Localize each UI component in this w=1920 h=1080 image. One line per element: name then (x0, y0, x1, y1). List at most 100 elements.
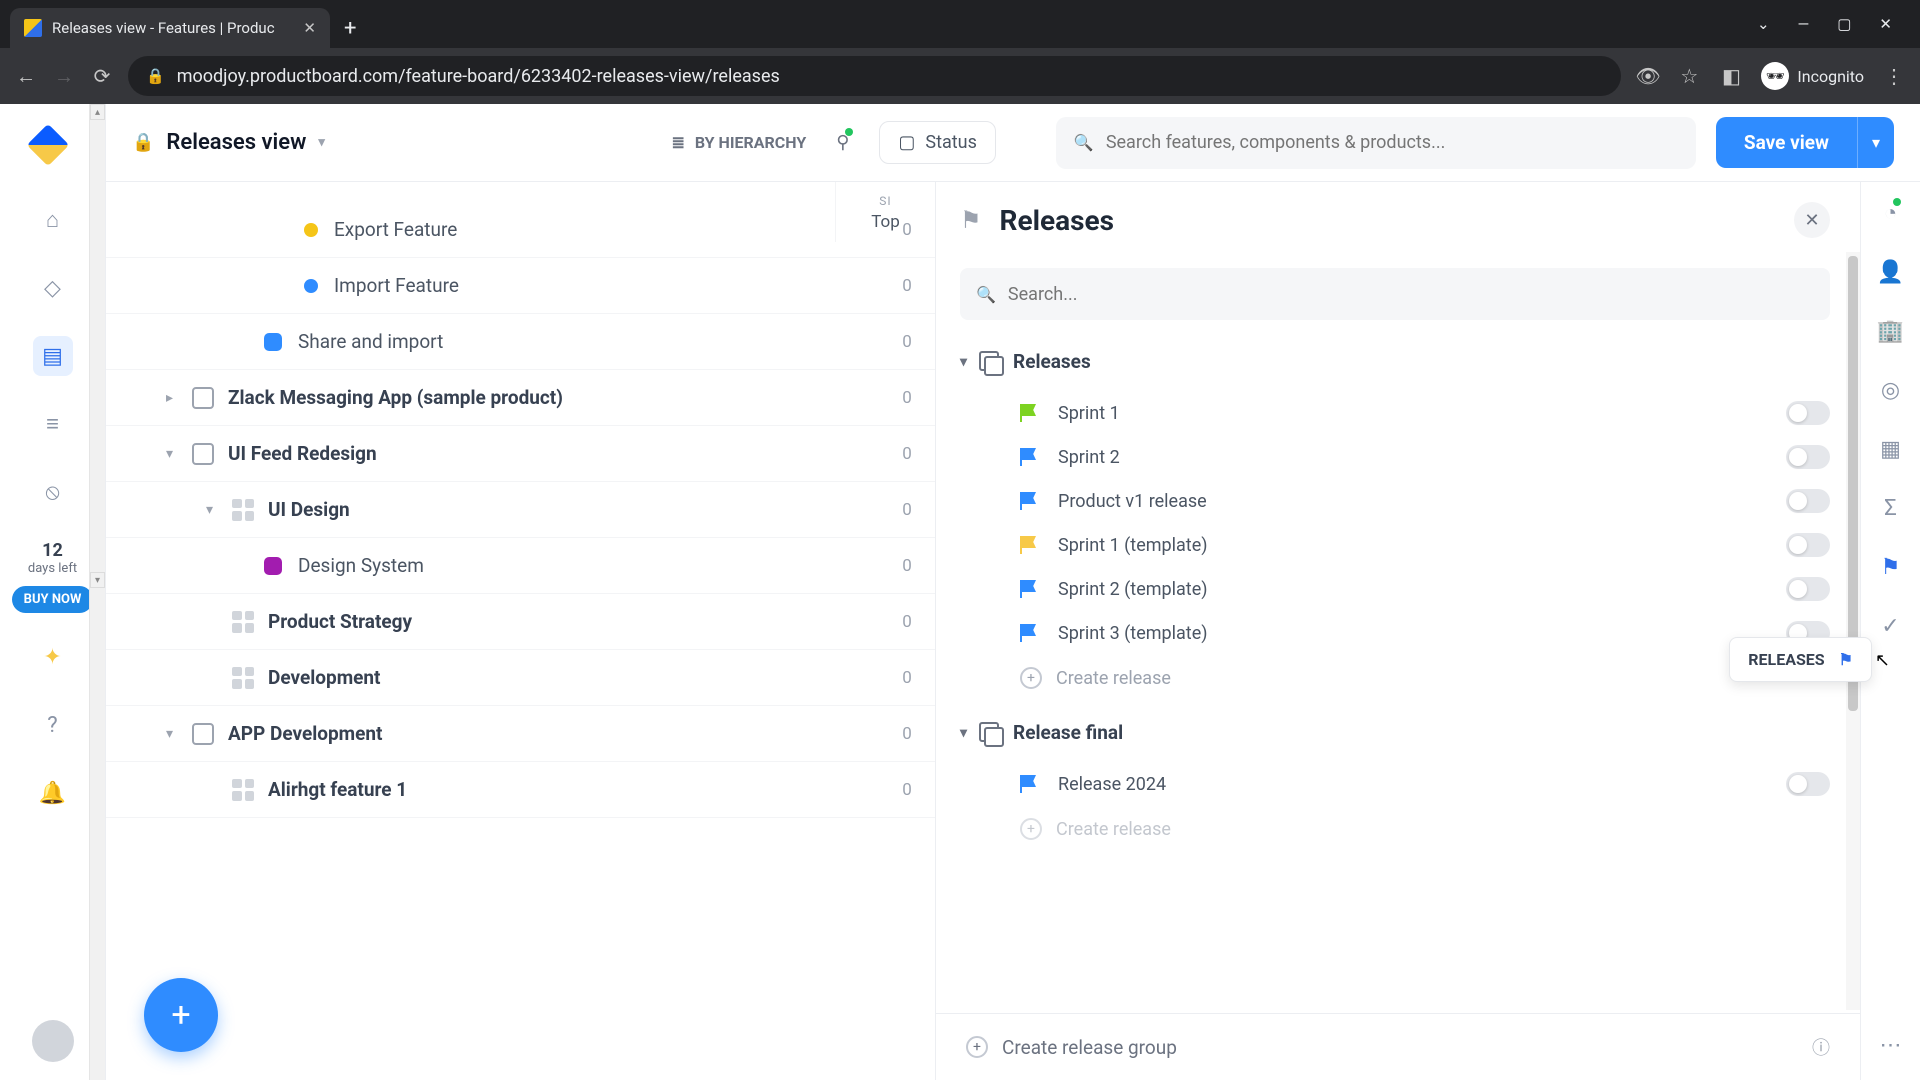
check-circle-icon[interactable]: ✓ (1881, 614, 1899, 639)
buy-now-button[interactable]: BUY NOW (12, 586, 94, 613)
panel-scrollbar[interactable] (1846, 252, 1860, 1010)
incognito-eye-icon[interactable]: 👁 (1635, 64, 1659, 88)
release-item[interactable]: Sprint 1 (template) (960, 523, 1830, 567)
release-group-header[interactable]: ▾ Release final (960, 721, 1830, 744)
activity-icon[interactable]: ◔ (1884, 200, 1897, 226)
release-search[interactable]: 🔍 (960, 268, 1830, 320)
save-view-button[interactable]: Save view (1716, 117, 1857, 168)
feature-name: Import Feature (334, 274, 459, 297)
sparkle-icon[interactable]: ✦ (33, 637, 73, 677)
feature-row[interactable]: ▾APP Development0 (106, 706, 935, 762)
release-item[interactable]: Sprint 1 (960, 391, 1830, 435)
release-group-header[interactable]: ▾ Releases (960, 350, 1830, 373)
feature-row[interactable]: ▾UI Design0 (106, 482, 935, 538)
release-search-input[interactable] (1008, 284, 1814, 305)
hide-icon[interactable]: ⦸ (33, 472, 73, 512)
feature-row[interactable]: ▾UI Feed Redesign0 (106, 426, 935, 482)
company-icon[interactable]: 🏢 (1877, 319, 1904, 344)
more-icon[interactable]: ⋯ (1880, 1033, 1902, 1058)
people-icon[interactable]: 👤 (1877, 260, 1904, 285)
notifications-icon[interactable]: 🔔 (33, 773, 73, 813)
filter-button[interactable]: ⚲ (826, 126, 859, 159)
status-square (264, 333, 282, 351)
release-toggle[interactable] (1786, 489, 1830, 513)
new-tab-button[interactable]: + (344, 16, 356, 41)
feature-row[interactable]: Development0 (106, 650, 935, 706)
group-stack-icon (979, 351, 1001, 373)
search-input[interactable] (1106, 132, 1678, 153)
release-item[interactable]: Sprint 2 (960, 435, 1830, 479)
release-item[interactable]: Product v1 release (960, 479, 1830, 523)
feature-row[interactable]: Product Strategy0 (106, 594, 935, 650)
roadmap-icon[interactable]: ≡ (33, 404, 73, 444)
feature-row[interactable]: Share and import0 (106, 314, 935, 370)
minimize-icon[interactable]: — (1798, 15, 1810, 33)
bookmark-star-icon[interactable]: ☆ (1677, 64, 1701, 88)
panel-close-button[interactable]: ✕ (1794, 202, 1830, 238)
view-title[interactable]: 🔒 Releases view ▾ (132, 130, 325, 155)
release-item[interactable]: Sprint 2 (template) (960, 567, 1830, 611)
feature-row[interactable]: ▸Zlack Messaging App (sample product)0 (106, 370, 935, 426)
chevron-down-icon[interactable]: ▾ (318, 135, 325, 150)
insights-icon[interactable]: ◇ (33, 268, 73, 308)
status-chip[interactable]: ▢ Status (879, 121, 995, 164)
grid-icon (232, 667, 254, 689)
incognito-badge[interactable]: 🕶 Incognito (1761, 62, 1864, 90)
calculator-icon[interactable]: ▦ (1880, 437, 1901, 462)
group-by-button[interactable]: ≣ BY HIERARCHY (671, 133, 806, 152)
features-icon[interactable]: ▤ (33, 336, 73, 376)
maximize-icon[interactable]: ▢ (1837, 15, 1851, 33)
global-search[interactable]: 🔍 (1056, 117, 1696, 169)
feature-name: Design System (298, 554, 424, 577)
group-name: Releases (1013, 350, 1091, 373)
info-icon[interactable]: ⓘ (1812, 1034, 1830, 1060)
feature-name: UI Design (268, 498, 350, 521)
create-release-button[interactable]: + Create release (960, 806, 1830, 852)
topbar: 🔒 Releases view ▾ ≣ BY HIERARCHY ⚲ ▢ Sta… (106, 104, 1920, 182)
feature-row[interactable]: Alirhgt feature 10 (106, 762, 935, 818)
close-window-icon[interactable]: ✕ (1879, 15, 1892, 33)
create-release-button[interactable]: + Create release (960, 655, 1830, 701)
scroll-up-icon[interactable]: ▴ (90, 104, 105, 120)
feature-count: 0 (887, 388, 927, 408)
sigma-icon[interactable]: Σ (1884, 496, 1897, 521)
release-toggle[interactable] (1786, 445, 1830, 469)
feature-row[interactable]: Design System0 (106, 538, 935, 594)
release-item[interactable]: Sprint 3 (template) (960, 611, 1830, 655)
chevron-down-icon[interactable]: ▾ (960, 725, 967, 741)
release-toggle[interactable] (1786, 401, 1830, 425)
home-icon[interactable]: ⌂ (33, 200, 73, 240)
folder-icon (192, 443, 214, 465)
feature-row[interactable]: Import Feature0 (106, 258, 935, 314)
expand-icon[interactable]: ▾ (166, 726, 184, 742)
scroll-down-icon[interactable]: ▾ (90, 572, 105, 588)
expand-icon[interactable]: ▾ (206, 502, 224, 518)
save-view-dropdown[interactable]: ▾ (1857, 117, 1894, 168)
release-toggle[interactable] (1786, 577, 1830, 601)
trial-days: 12 (28, 540, 77, 561)
release-item[interactable]: Release 2024 (960, 762, 1830, 806)
nav-reload-icon[interactable]: ⟳ (90, 64, 114, 88)
tabs-dropdown-icon[interactable]: ⌄ (1757, 15, 1770, 33)
release-toggle[interactable] (1786, 772, 1830, 796)
user-avatar[interactable] (32, 1020, 74, 1062)
browser-tab[interactable]: Releases view - Features | Produc ✕ (10, 8, 330, 48)
right-rail: ◔ 👤 🏢 ◎ ▦ Σ ⚑ ✓ RELEASES ⚑ ↖ ⋯ (1860, 182, 1920, 1080)
chevron-down-icon[interactable]: ▾ (960, 354, 967, 370)
expand-icon[interactable]: ▾ (166, 446, 184, 462)
nav-back-icon[interactable]: ← (14, 64, 38, 89)
side-panel-icon[interactable]: ◧ (1719, 64, 1743, 88)
tab-close-icon[interactable]: ✕ (303, 19, 316, 37)
url-field[interactable]: 🔒 moodjoy.productboard.com/feature-board… (128, 56, 1621, 96)
rail-scrollbar[interactable]: ▴ ▾ (89, 104, 105, 1080)
feature-row[interactable]: Export Feature0 (106, 202, 935, 258)
app-logo[interactable] (33, 130, 73, 170)
add-feature-fab[interactable]: + (144, 978, 218, 1052)
create-release-group-button[interactable]: + Create release group ⓘ (936, 1013, 1860, 1080)
browser-menu-icon[interactable]: ⋮ (1882, 64, 1906, 88)
releases-icon[interactable]: ⚑ (1881, 555, 1901, 580)
target-icon[interactable]: ◎ (1881, 378, 1900, 403)
release-toggle[interactable] (1786, 533, 1830, 557)
help-icon[interactable]: ? (33, 705, 73, 745)
expand-icon[interactable]: ▸ (166, 390, 184, 406)
